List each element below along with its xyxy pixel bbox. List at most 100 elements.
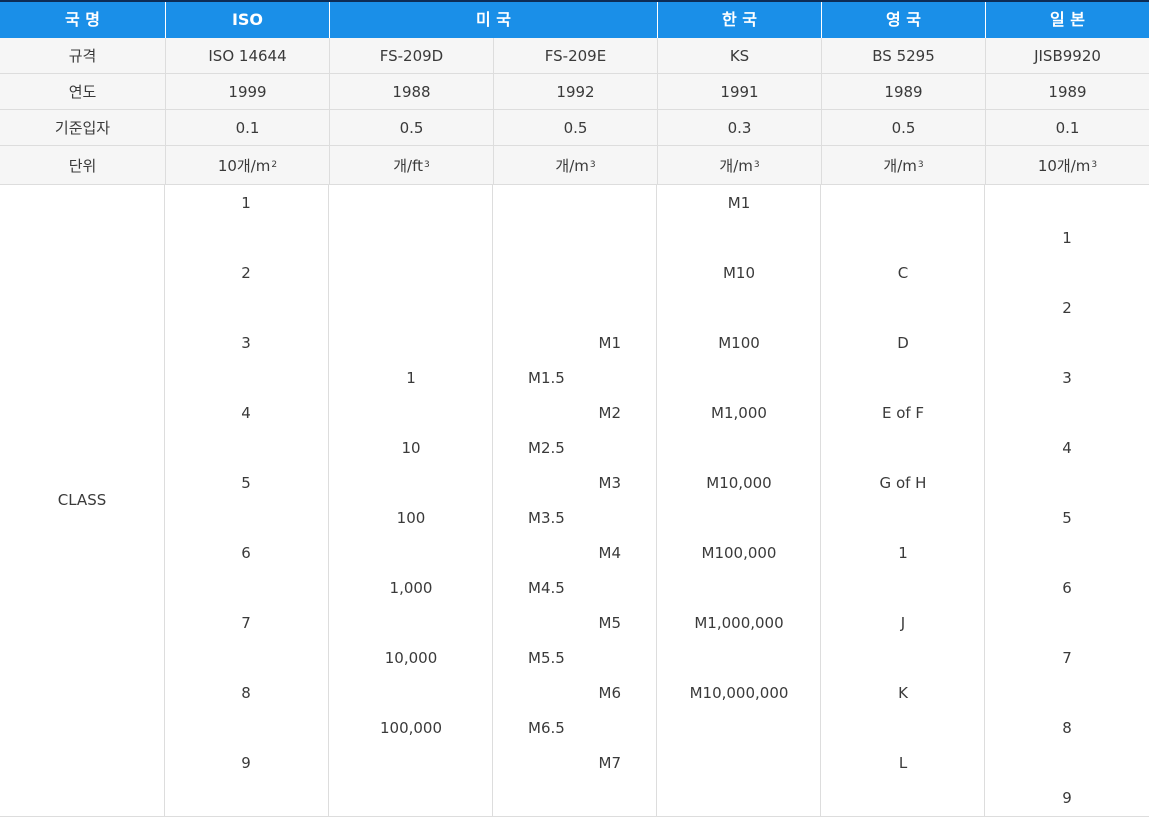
class-value-jis: 6	[1062, 579, 1072, 597]
table-cell: 1999	[165, 74, 329, 109]
class-value-fs209d: 10,000	[384, 649, 438, 667]
class-value-fs209e-whole: M5	[598, 614, 622, 632]
header-country: 국 명	[64, 10, 100, 29]
table-cell: 1989	[821, 74, 985, 109]
class-value-bs5295: L	[898, 754, 908, 772]
header-usa: 미 국	[329, 2, 657, 38]
unit-cell: 개/m 3	[821, 146, 985, 184]
table-header-row: 국 명 ISO 미 국 한 국 영 국 일 본	[0, 0, 1149, 38]
class-value-jis: 4	[1062, 439, 1072, 457]
column-divider	[164, 185, 165, 817]
header-iso: ISO	[165, 2, 329, 38]
table-cell: BS 5295	[821, 38, 985, 73]
header-japan: 일 본	[985, 2, 1149, 38]
class-label: CLASS	[57, 491, 107, 509]
unit-cell: 개/m 3	[493, 146, 657, 184]
unit-base: 10개/m	[1037, 156, 1091, 175]
class-value-ks: M10	[722, 264, 756, 282]
unit-exponent: 3	[917, 160, 924, 170]
class-value-fs209e-whole: M1	[598, 334, 622, 352]
table-cell: ISO 14644	[165, 38, 329, 73]
table-cell: FS-209E	[493, 38, 657, 73]
table-cell: 1988	[329, 74, 493, 109]
class-value-iso: 7	[241, 614, 251, 632]
table-cell: 0.5	[821, 110, 985, 145]
class-value-fs209e-whole: M3	[598, 474, 622, 492]
class-section: CLASS 1 2 3 4 5 6 7 8 9 1 10 100 1,000 10,000 100,000 M…	[0, 185, 1149, 817]
class-value-fs209e-half: M1.5	[528, 369, 565, 387]
class-value-ks: M10,000,000	[689, 684, 789, 702]
unit-cell: 10개/m 3	[985, 146, 1149, 184]
class-value-iso: 6	[241, 544, 251, 562]
class-value-jis: 9	[1062, 789, 1072, 807]
class-value-jis: 5	[1062, 509, 1072, 527]
table-cell: 0.1	[165, 110, 329, 145]
class-value-iso: 3	[241, 334, 251, 352]
class-value-fs209e-whole: M2	[598, 404, 622, 422]
class-value-bs5295: D	[897, 334, 909, 352]
table-row-particle-size: 기준입자 0.1 0.5 0.5 0.3 0.5 0.1	[0, 110, 1149, 146]
class-value-iso: 2	[241, 264, 251, 282]
class-value-bs5295: K	[898, 684, 908, 702]
row-label: 단위	[68, 156, 97, 175]
class-value-fs209d: 100,000	[379, 719, 443, 737]
column-divider	[492, 185, 493, 817]
column-divider	[656, 185, 657, 817]
unit-base: 개/ft	[393, 156, 424, 175]
table-row-unit: 단위 10개/m 2 개/ft 3 개/m 3 개/m 3 개/m 3 10개/m 3	[0, 146, 1149, 185]
class-value-fs209e-whole: M6	[598, 684, 622, 702]
unit-base: 10개/m	[217, 156, 271, 175]
table-row-year: 연도 1999 1988 1992 1991 1989 1989	[0, 74, 1149, 110]
class-value-fs209e-whole: M7	[598, 754, 622, 772]
class-value-iso: 4	[241, 404, 251, 422]
class-value-fs209e-half: M2.5	[528, 439, 565, 457]
class-value-jis: 2	[1062, 299, 1072, 317]
class-value-ks: M1	[727, 194, 751, 212]
unit-cell: 개/ft 3	[329, 146, 493, 184]
table-cell: JISB9920	[985, 38, 1149, 73]
table-cell: 0.1	[985, 110, 1149, 145]
table-row-standard: 규격 ISO 14644 FS-209D FS-209E KS BS 5295 …	[0, 38, 1149, 74]
class-value-bs5295: J	[900, 614, 906, 632]
unit-exponent: 3	[753, 160, 760, 170]
unit-base: 개/m	[719, 156, 753, 175]
class-value-ks: M100,000	[701, 544, 777, 562]
unit-cell: 개/m 3	[657, 146, 821, 184]
table-cell: 0.5	[493, 110, 657, 145]
class-value-bs5295: 1	[898, 544, 908, 562]
class-value-bs5295: E of F	[881, 404, 925, 422]
class-value-fs209d: 100	[396, 509, 426, 527]
header-korea: 한 국	[657, 2, 821, 38]
class-value-fs209d: 1	[406, 369, 416, 387]
unit-base: 개/m	[883, 156, 917, 175]
unit-cell: 10개/m 2	[165, 146, 329, 184]
unit-exponent: 3	[589, 160, 596, 170]
class-value-fs209d: 1,000	[389, 579, 433, 597]
class-value-jis: 3	[1062, 369, 1072, 387]
class-value-iso: 1	[241, 194, 251, 212]
column-divider	[984, 185, 985, 817]
class-value-fs209e-half: M6.5	[528, 719, 565, 737]
column-divider	[820, 185, 821, 817]
unit-exponent: 3	[424, 160, 430, 170]
class-value-fs209e-half: M4.5	[528, 579, 565, 597]
row-label: 기준입자	[54, 119, 111, 137]
class-value-jis: 8	[1062, 719, 1072, 737]
class-value-bs5295: G of H	[879, 474, 927, 492]
class-value-jis: 7	[1062, 649, 1072, 667]
table-cell: KS	[657, 38, 821, 73]
class-value-fs209e-whole: M4	[598, 544, 622, 562]
table-cell: 1992	[493, 74, 657, 109]
class-value-ks: M1,000	[711, 404, 767, 422]
unit-exponent: 3	[1091, 160, 1098, 170]
class-value-iso: 8	[241, 684, 251, 702]
unit-exponent: 2	[271, 160, 278, 170]
class-value-iso: 9	[241, 754, 251, 772]
cleanroom-class-table: 국 명 ISO 미 국 한 국 영 국 일 본 규격 ISO 14644 FS-…	[0, 0, 1149, 817]
class-value-ks: M10,000	[706, 474, 772, 492]
table-cell: 1989	[985, 74, 1149, 109]
column-divider	[328, 185, 329, 817]
table-cell: 1991	[657, 74, 821, 109]
class-value-iso: 5	[241, 474, 251, 492]
unit-base: 개/m	[555, 156, 589, 175]
